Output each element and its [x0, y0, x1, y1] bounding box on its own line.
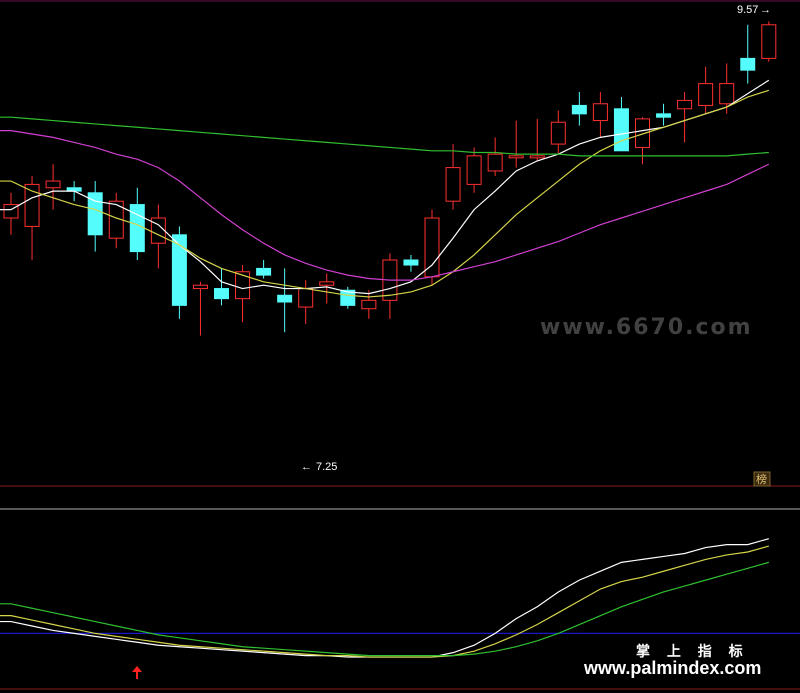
- candle-body: [719, 83, 735, 105]
- candle-body: [214, 288, 229, 300]
- candle-body: [761, 24, 777, 59]
- candle-body: [529, 155, 545, 159]
- indicator-line: [0, 538, 769, 658]
- candle-body: [192, 284, 208, 290]
- min-price-arrow: ←: [301, 461, 312, 473]
- max-price-arrow: →: [760, 4, 771, 16]
- candle-body: [403, 259, 419, 266]
- min-price-label: 7.25: [316, 461, 337, 473]
- moving-average-line: [0, 116, 769, 157]
- candle-body: [256, 267, 272, 276]
- candle-body: [508, 155, 524, 159]
- watermark-site-small: www.6670.com: [540, 315, 753, 340]
- candle-body: [361, 299, 377, 310]
- candle-body: [550, 121, 566, 145]
- indicator-line: [0, 545, 769, 658]
- candle-body: [129, 204, 145, 253]
- candle-body: [277, 294, 293, 303]
- candle-body: [487, 153, 503, 172]
- candle-body: [592, 103, 608, 122]
- candle-body: [298, 288, 314, 308]
- candle-body: [445, 167, 461, 202]
- candle-body: [45, 180, 61, 189]
- candle-body: [698, 83, 714, 106]
- candle-body: [677, 99, 693, 110]
- max-price-label: 9.57: [737, 4, 758, 16]
- stock-chart: 9.57 → ← 7.25 www.6670.com 榜 掌 上 指 标 www…: [0, 0, 800, 690]
- candle-body: [571, 104, 587, 115]
- candle-body: [656, 113, 672, 118]
- candle-body: [613, 108, 629, 152]
- candle-body: [319, 281, 335, 286]
- indicator-layer: [0, 538, 800, 658]
- candle-body: [235, 271, 251, 300]
- badge-label: 榜: [756, 472, 767, 486]
- indicator-line: [0, 561, 769, 657]
- candle-body: [424, 217, 440, 278]
- candle-body: [635, 118, 650, 148]
- candle-body: [466, 155, 482, 185]
- up-arrow-icon: [132, 666, 142, 679]
- candle-body: [740, 57, 756, 71]
- watermark-site-main: www.palmindex.com: [583, 658, 761, 678]
